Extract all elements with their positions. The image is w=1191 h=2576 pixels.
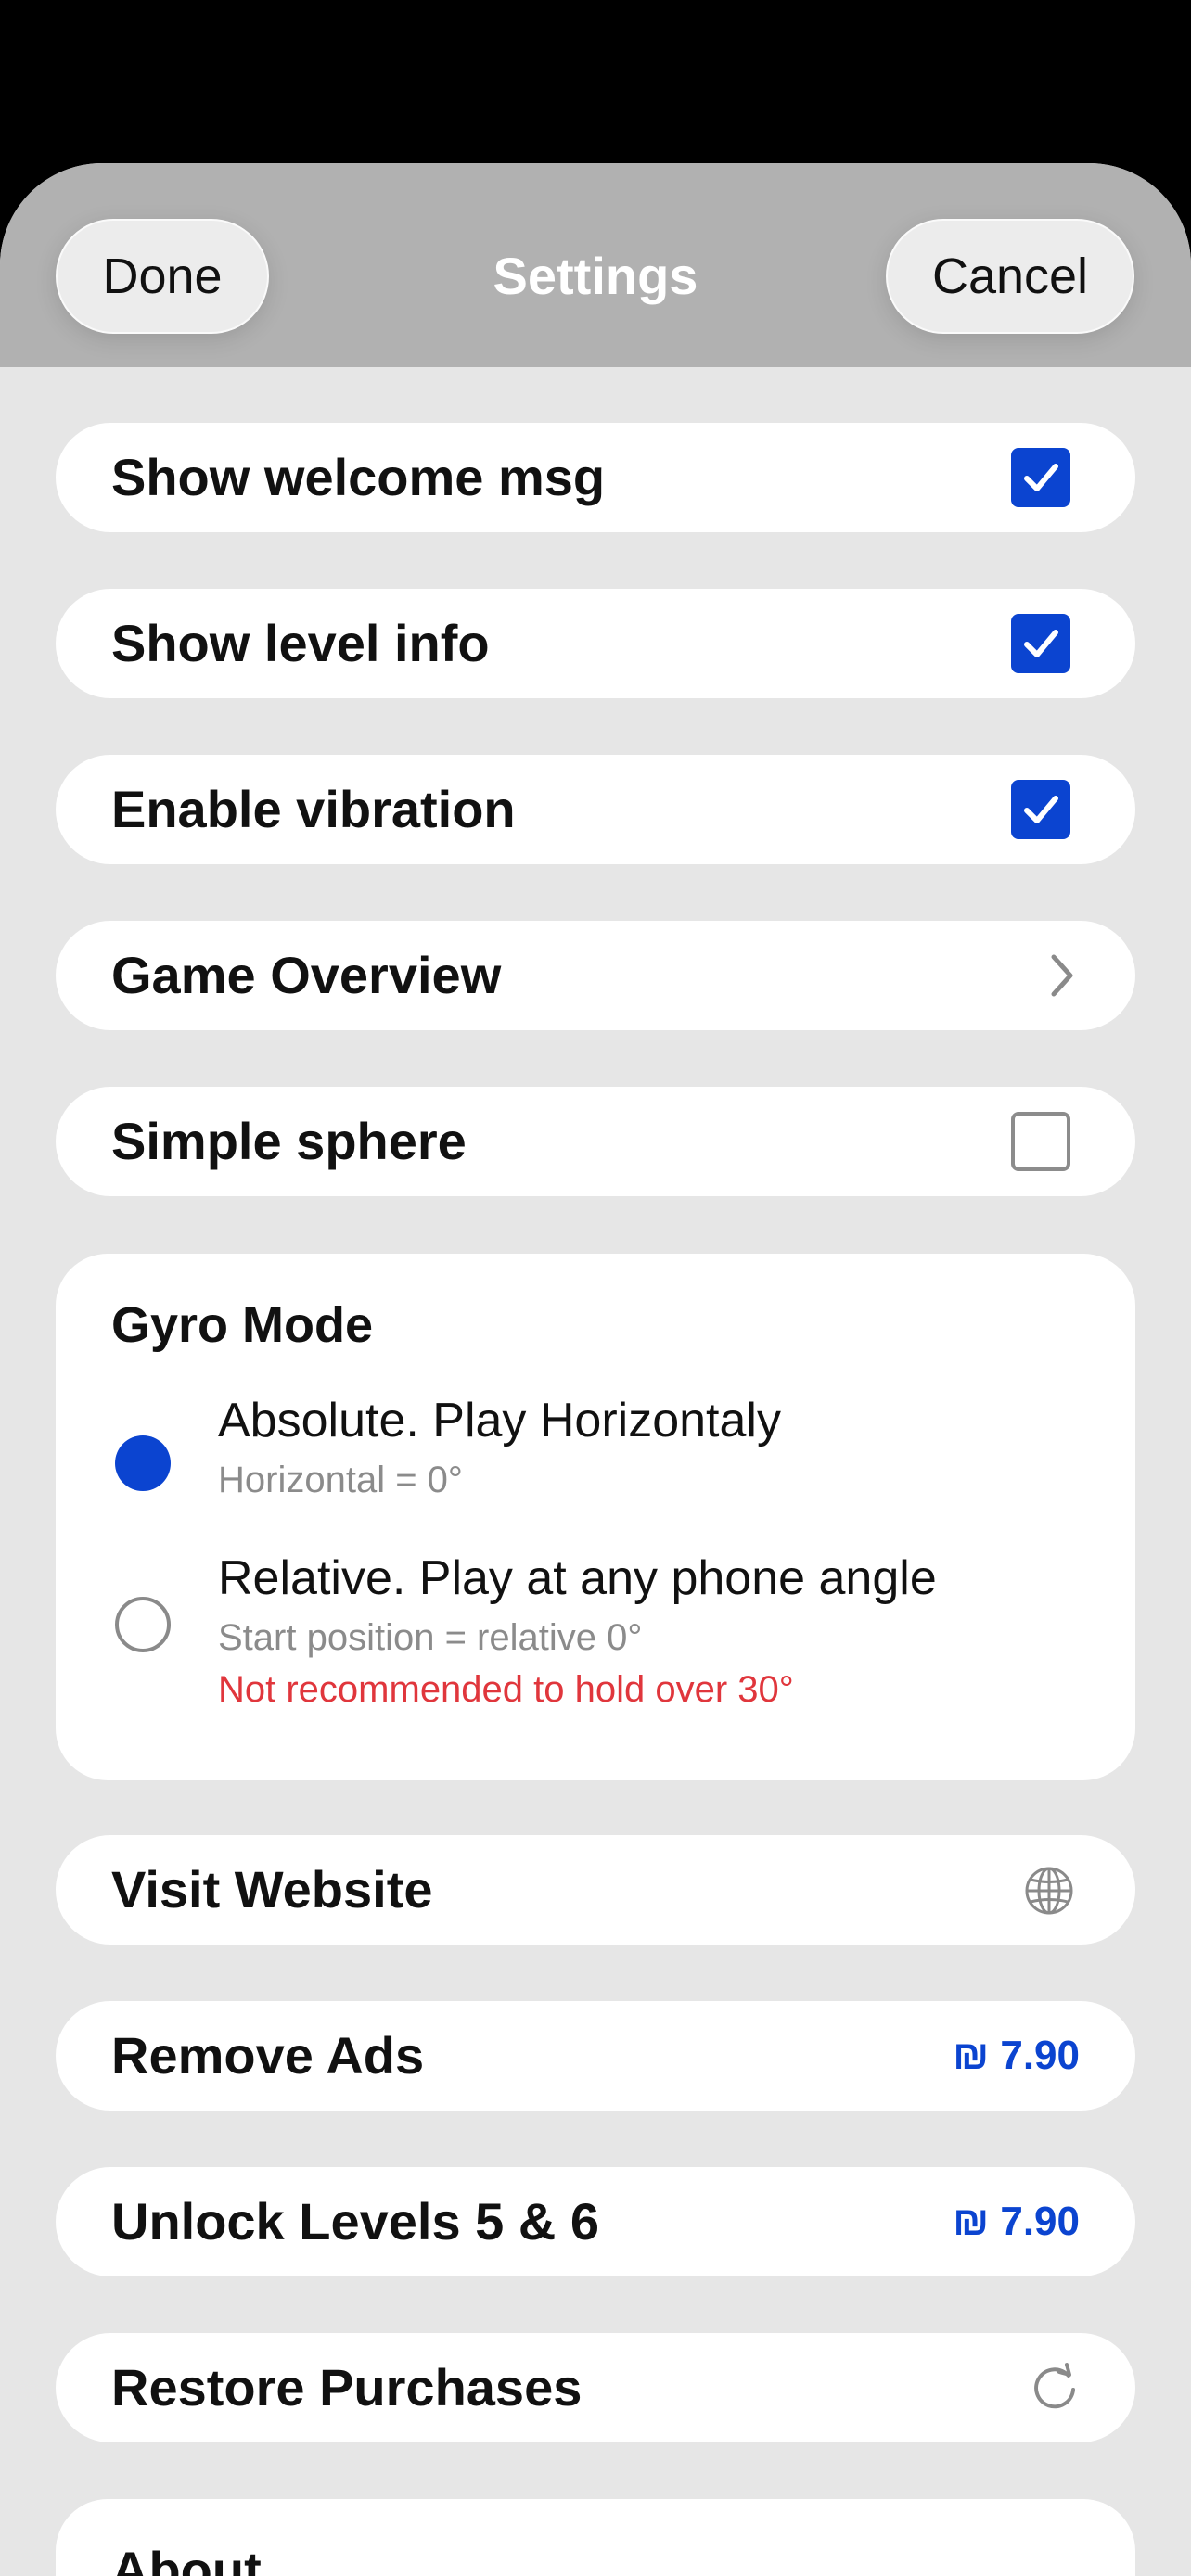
welcome-msg-checkbox[interactable] [1011,448,1070,507]
gyro-mode-title: Gyro Mode [111,1297,374,1353]
refresh-icon [1034,2363,1075,2409]
radio-relative[interactable] [115,1597,171,1652]
level-info-row[interactable]: Show level info [56,589,1135,698]
checkmark-icon [1024,630,1058,657]
remove-ads-row[interactable]: Remove Ads ₪ 7.90 [56,2001,1135,2111]
unlock-levels-row[interactable]: Unlock Levels 5 & 6 ₪ 7.90 [56,2167,1135,2276]
relative-option-subtitle: Start position = relative 0° [218,1617,643,1658]
simple-sphere-label: Simple sphere [111,1112,467,1170]
navigation-bar: Done Settings Cancel [0,163,1191,367]
absolute-option-subtitle: Horizontal = 0° [218,1460,463,1500]
vibration-label: Enable vibration [111,780,516,838]
unlock-levels-price[interactable]: ₪ 7.90 [953,2167,1080,2276]
absolute-option-title[interactable]: Absolute. Play Horizontaly [218,1393,781,1448]
globe-icon [1025,1867,1073,1915]
vibration-checkbox[interactable] [1011,780,1070,839]
settings-sheet: Done Settings Cancel Show welcome msg Sh… [0,163,1191,2576]
relative-option-warning: Not recommended to hold over 30° [218,1669,794,1710]
level-info-checkbox[interactable] [1011,614,1070,673]
about-row[interactable]: About [56,2499,1135,2576]
restore-purchases-row[interactable]: Restore Purchases [56,2333,1135,2442]
unlock-levels-label: Unlock Levels 5 & 6 [111,2192,600,2251]
chevron-right-icon [1051,954,1073,997]
vibration-row[interactable]: Enable vibration [56,755,1135,864]
checkmark-icon [1024,464,1058,491]
radio-absolute-selected[interactable] [115,1435,171,1491]
remove-ads-label: Remove Ads [111,2026,425,2085]
welcome-msg-row[interactable]: Show welcome msg [56,423,1135,532]
simple-sphere-row[interactable]: Simple sphere [56,1087,1135,1196]
gyro-mode-card: Gyro Mode Absolute. Play Horizontaly Hor… [56,1254,1135,1780]
checkmark-icon [1024,796,1058,823]
level-info-label: Show level info [111,614,490,672]
welcome-msg-label: Show welcome msg [111,448,606,506]
simple-sphere-checkbox[interactable] [1011,1112,1070,1171]
relative-option-title[interactable]: Relative. Play at any phone angle [218,1550,937,1606]
about-label: About [111,2541,262,2576]
restore-purchases-label: Restore Purchases [111,2358,583,2417]
cancel-button[interactable]: Cancel [886,219,1134,334]
game-overview-row[interactable]: Game Overview [56,921,1135,1030]
game-overview-label: Game Overview [111,946,502,1004]
visit-website-row[interactable]: Visit Website [56,1835,1135,1945]
remove-ads-price[interactable]: ₪ 7.90 [953,2001,1080,2111]
visit-website-label: Visit Website [111,1860,433,1919]
